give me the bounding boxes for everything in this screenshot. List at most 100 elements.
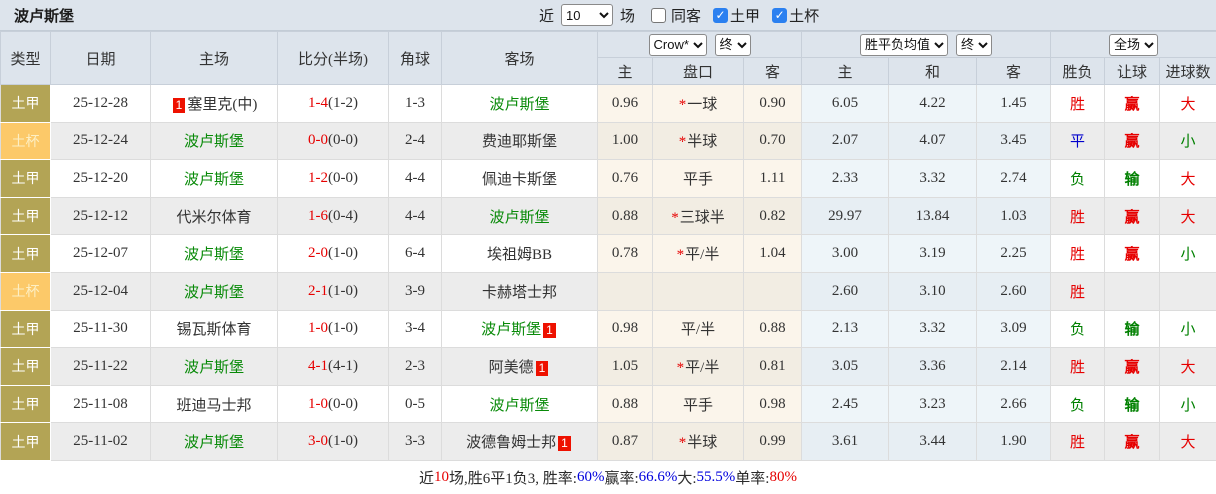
handicap-away-odds: 1.04 [744,235,802,273]
result-goals: 小 [1160,235,1216,273]
match-type-cell: 土甲 [1,197,51,235]
team-name: 波卢斯堡 [489,398,549,414]
odds-away: 3.45 [977,122,1051,160]
summary-segment: 60% [577,469,605,486]
home-team-cell: 波卢斯堡 [151,160,278,198]
handicap-home-odds: 0.88 [598,385,653,423]
home-team-cell: 1塞里克(中) [151,85,278,123]
match-type-cell: 土甲 [1,85,51,123]
odds-away: 1.90 [977,423,1051,461]
away-team-cell: 阿美德1 [442,348,598,386]
result-handicap [1105,272,1160,310]
handicap-away-odds [744,272,802,310]
corner-cell: 3-3 [389,423,442,461]
home-team-cell: 代米尔体育 [151,197,278,235]
team-name: 埃祖姆BB [487,247,552,263]
odds-home: 3.05 [802,348,889,386]
col-header-home: 主场 [151,32,278,85]
team-name: 波卢斯堡 [184,435,244,451]
handicap-final-select[interactable]: 终 [715,34,751,56]
away-team-cell: 埃祖姆BB [442,235,598,273]
red-card-badge: 1 [558,436,571,451]
odds-final-select[interactable]: 终 [956,34,992,56]
result-goals: 大 [1160,348,1216,386]
handicap-line: *半球 [653,122,744,160]
table-row: 土杯25-12-24波卢斯堡0-0(0-0)2-4费迪耶斯堡1.00*半球0.7… [1,122,1216,160]
handicap-home-odds: 1.00 [598,122,653,160]
team-name: 1塞里克(中) [171,97,258,113]
team-name: 代米尔体育 [176,210,251,226]
odds-home: 3.61 [802,423,889,461]
col-header-away: 客场 [442,32,598,85]
red-card-badge: 1 [543,323,556,338]
same-away-checkbox[interactable] [651,8,666,23]
bookmaker-select[interactable]: Crow* [649,34,707,56]
odds-away: 2.66 [977,385,1051,423]
cup-checkbox[interactable] [772,8,787,23]
odds-away: 2.60 [977,272,1051,310]
team-name: 锡瓦斯体育 [176,322,251,338]
handicap-line: 平手 [653,385,744,423]
team-name: 波卢斯堡 [184,360,244,376]
home-team-cell: 班迪马士邦 [151,385,278,423]
summary-segment: 66.6% [639,469,678,486]
handicap-home-odds: 0.88 [598,197,653,235]
odds-draw: 13.84 [889,197,977,235]
scope-select[interactable]: 全场 [1109,34,1158,56]
handicap-line: *半球 [653,423,744,461]
result-goals: 小 [1160,122,1216,160]
team-name: 波德鲁姆士邦1 [466,435,573,451]
handicap-home-odds: 0.98 [598,310,653,348]
subcol-handicap-result: 让球 [1105,58,1160,85]
handicap-home-odds: 1.05 [598,348,653,386]
date-cell: 25-12-07 [51,235,151,273]
result-handicap: 赢 [1105,197,1160,235]
result-goals: 大 [1160,160,1216,198]
handicap-home-odds: 0.78 [598,235,653,273]
odds-away: 2.14 [977,348,1051,386]
team-name: 波卢斯堡 [184,172,244,188]
match-type-cell: 土甲 [1,160,51,198]
away-team-cell: 佩迪卡斯堡 [442,160,598,198]
match-type-cell: 土杯 [1,122,51,160]
odds-draw: 3.32 [889,310,977,348]
date-cell: 25-12-24 [51,122,151,160]
away-team-cell: 波卢斯堡 [442,385,598,423]
result-handicap: 赢 [1105,122,1160,160]
avg-odds-select-group: 胜平负均值 终 [802,32,1051,58]
table-row: 土甲25-12-07波卢斯堡2-0(1-0)6-4埃祖姆BB0.78*平/半1.… [1,235,1216,273]
table-row: 土甲25-11-08班迪马士邦1-0(0-0)0-5波卢斯堡0.88平手0.98… [1,385,1216,423]
odds-away: 1.45 [977,85,1051,123]
odds-draw: 3.36 [889,348,977,386]
handicap-home-odds [598,272,653,310]
recent-count-select[interactable]: 10 [561,4,613,26]
handicap-away-odds: 0.82 [744,197,802,235]
summary-segment: 10 [434,469,449,486]
red-card-badge: 1 [536,361,549,376]
team-name: 班迪马士邦 [176,398,251,414]
page-title: 波卢斯堡 [14,5,74,26]
subcol-wdl: 胜负 [1051,58,1105,85]
date-cell: 25-12-12 [51,197,151,235]
score-cell: 1-4(1-2) [278,85,389,123]
league-checkbox[interactable] [713,8,728,23]
match-type-cell: 土杯 [1,272,51,310]
away-team-cell: 卡赫塔士邦 [442,272,598,310]
corner-cell: 2-4 [389,122,442,160]
result-wdl: 胜 [1051,235,1105,273]
result-wdl: 平 [1051,122,1105,160]
team-name: 波卢斯堡 [489,97,549,113]
summary-segment: 场,胜6平1负3, 胜率: [449,467,577,488]
matches-label: 场 [620,5,635,26]
home-team-cell: 锡瓦斯体育 [151,310,278,348]
avg-odds-select[interactable]: 胜平负均值 [860,34,948,56]
result-handicap: 赢 [1105,348,1160,386]
table-row: 土甲25-11-30锡瓦斯体育1-0(1-0)3-4波卢斯堡10.98平/半0.… [1,310,1216,348]
score-cell: 3-0(1-0) [278,423,389,461]
recent-label: 近 [539,5,554,26]
topbar: 波卢斯堡 近 10 场 同客 土甲 土杯 [0,0,1216,31]
odds-home: 2.60 [802,272,889,310]
score-cell: 1-0(0-0) [278,385,389,423]
team-name: 佩迪卡斯堡 [482,172,557,188]
corner-cell: 4-4 [389,160,442,198]
